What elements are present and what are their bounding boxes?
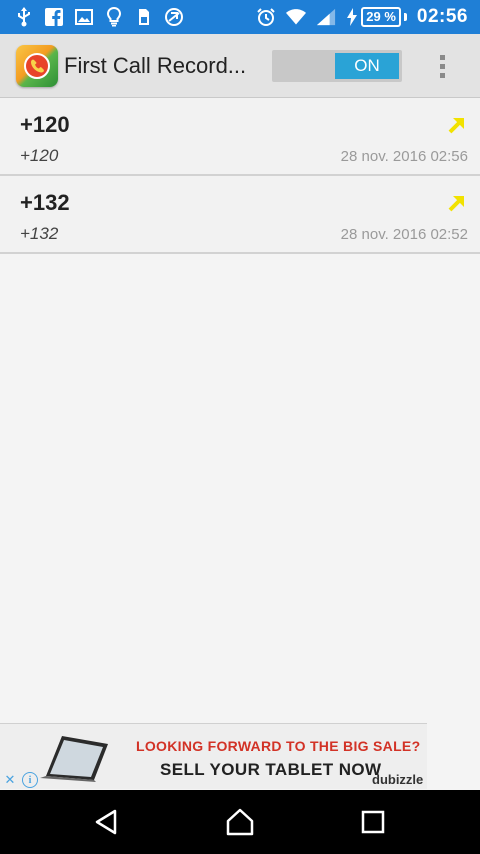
ad-close-icon[interactable]: ✕	[2, 772, 18, 788]
toggle-off-area	[272, 50, 335, 82]
call-date: 28 nov. 2016 02:56	[340, 148, 468, 165]
battery-indicator: 29 %	[346, 7, 407, 27]
call-number: +120	[20, 112, 70, 137]
action-bar: First Call Record... ON	[0, 34, 480, 98]
image-icon	[74, 7, 94, 27]
tablet-image	[40, 736, 108, 782]
back-icon[interactable]	[83, 798, 131, 846]
ad-brand: dubizzle	[372, 772, 424, 787]
notification-icons	[0, 7, 184, 27]
dot	[439, 63, 445, 69]
signal-icon	[316, 7, 336, 27]
call-contact-name: +132	[20, 224, 59, 243]
call-list: +120 +120 28 nov. 2016 02:56 +132 +132 2…	[0, 98, 480, 254]
call-list-item[interactable]: +132 +132 28 nov. 2016 02:52	[0, 176, 480, 254]
overflow-menu-icon[interactable]	[432, 50, 452, 82]
charging-icon	[346, 7, 358, 27]
sim-icon	[134, 7, 154, 27]
dot	[439, 72, 445, 78]
call-number: +132	[20, 190, 70, 215]
alarm-icon	[256, 7, 276, 27]
wifi-icon	[286, 7, 307, 27]
home-icon[interactable]	[216, 798, 264, 846]
call-list-item[interactable]: +120 +120 28 nov. 2016 02:56	[0, 98, 480, 176]
recents-icon[interactable]	[349, 798, 397, 846]
ad-headline: LOOKING FORWARD TO THE BIG SALE?	[136, 738, 421, 754]
facebook-icon	[44, 7, 64, 27]
ad-banner[interactable]: LOOKING FORWARD TO THE BIG SALE? SELL YO…	[0, 723, 427, 789]
call-date: 28 nov. 2016 02:52	[340, 226, 468, 243]
navigation-bar	[0, 790, 480, 854]
ad-info-icon[interactable]: i	[22, 772, 38, 788]
clock: 02:56	[416, 6, 468, 27]
lightbulb-icon	[104, 7, 124, 27]
outgoing-call-arrow-icon	[448, 196, 464, 212]
dot	[439, 54, 445, 60]
system-icons: 29 % 02:56	[256, 6, 480, 28]
usb-icon	[14, 7, 34, 27]
screen-rotation-icon	[164, 7, 184, 27]
battery-nub	[403, 13, 407, 21]
recording-toggle[interactable]: ON	[272, 50, 402, 82]
status-bar: 29 % 02:56	[0, 0, 480, 34]
call-contact-name: +120	[20, 146, 59, 165]
ad-subheadline: SELL YOUR TABLET NOW	[160, 760, 382, 779]
page-title: First Call Record...	[64, 52, 247, 78]
first-call-recorder-app-icon[interactable]	[16, 44, 58, 87]
battery-percentage: 29 %	[361, 7, 401, 27]
toggle-on-label: ON	[335, 53, 399, 79]
outgoing-call-arrow-icon	[448, 118, 464, 134]
